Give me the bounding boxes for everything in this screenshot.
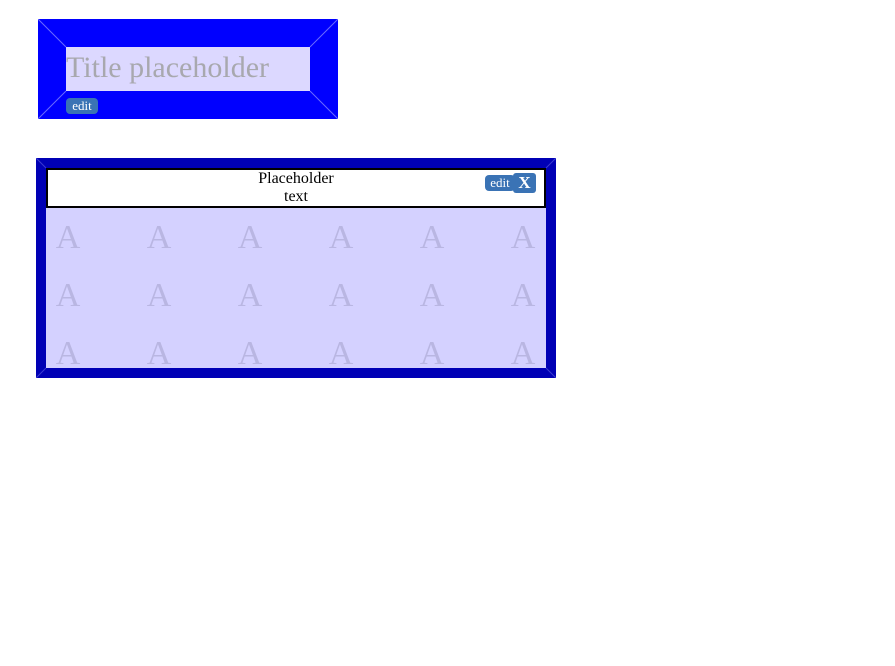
close-icon: X bbox=[518, 173, 531, 192]
title-input[interactable] bbox=[66, 47, 310, 91]
background-pattern-glyph: A bbox=[419, 335, 445, 369]
background-pattern-glyph: A bbox=[510, 219, 536, 256]
background-pattern-glyph: A bbox=[55, 277, 81, 314]
background-pattern-glyph: A bbox=[146, 219, 172, 256]
background-pattern-glyph: A bbox=[55, 219, 81, 256]
title-widget: edit bbox=[38, 19, 338, 119]
background-pattern-glyph: A bbox=[510, 335, 536, 369]
text-block-body: AAAAAAAAAAAAAAAAAA bbox=[46, 208, 546, 368]
title-edit-button[interactable]: edit bbox=[66, 98, 98, 114]
background-pattern-glyph: A bbox=[328, 277, 354, 314]
text-line: text bbox=[284, 188, 308, 205]
background-pattern-glyph: A bbox=[237, 335, 263, 369]
background-pattern-glyph: A bbox=[146, 335, 172, 369]
background-pattern-glyph: A bbox=[237, 277, 263, 314]
text-block-edit-button[interactable]: edit bbox=[485, 175, 515, 191]
background-pattern-glyph: A bbox=[419, 219, 445, 256]
background-pattern-glyph: A bbox=[328, 219, 354, 256]
background-pattern-glyph: A bbox=[328, 335, 354, 369]
background-pattern-glyph: A bbox=[510, 277, 536, 314]
text-block-header: Placeholder text edit X bbox=[46, 168, 546, 208]
close-button[interactable]: X bbox=[513, 173, 536, 193]
background-pattern-glyph: A bbox=[419, 277, 445, 314]
background-pattern-glyph: A bbox=[55, 335, 81, 369]
background-pattern-glyph: A bbox=[237, 219, 263, 256]
text-block-widget: Placeholder text edit X AAAAAAAAAAAAAAAA… bbox=[36, 158, 556, 378]
background-pattern-glyph: A bbox=[146, 277, 172, 314]
text-block-content[interactable]: Placeholder text bbox=[48, 170, 544, 206]
text-line: Placeholder bbox=[258, 170, 334, 187]
